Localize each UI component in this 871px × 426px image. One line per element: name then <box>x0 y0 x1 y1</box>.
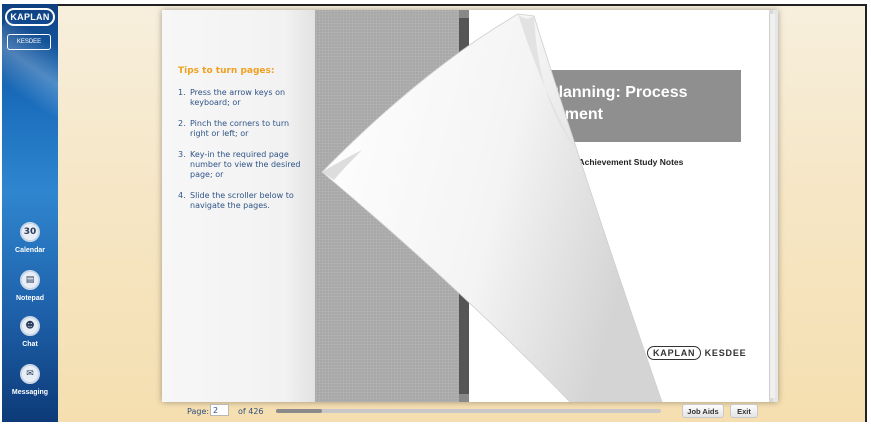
frame-top-border <box>58 4 867 6</box>
chat-tool[interactable]: ☻ Chat <box>2 316 58 348</box>
chat-label: Chat <box>22 341 38 348</box>
notepad-tool[interactable]: ▤ Notepad <box>2 270 58 302</box>
frame-right-border <box>865 4 867 422</box>
reader-main-area: Tips to turn pages: 1. Press the arrow ke… <box>58 4 867 422</box>
messaging-tool[interactable]: ✉ Messaging <box>2 364 58 396</box>
calendar-icon: 30 <box>20 222 40 242</box>
notepad-icon: ▤ <box>20 270 40 290</box>
messaging-icon: ✉ <box>20 364 40 384</box>
page-curl[interactable] <box>162 10 778 402</box>
calendar-label: Calendar <box>15 247 45 254</box>
sidebar-shine <box>2 15 58 133</box>
page-number-input[interactable] <box>210 404 229 416</box>
calendar-tool[interactable]: 30 Calendar <box>2 222 58 254</box>
page-label: Page: <box>187 407 210 416</box>
job-aids-button[interactable]: Job Aids <box>682 404 724 418</box>
ebook-reader-app: KAPLAN KESDEE 30 Calendar ▤ Notepad ☻ Ch… <box>0 0 871 426</box>
messaging-label: Messaging <box>11 389 49 396</box>
exit-button[interactable]: Exit <box>730 404 758 418</box>
kaplan-brand-logo: KAPLAN <box>5 8 55 26</box>
page-scroller[interactable] <box>276 409 661 413</box>
notepad-label: Notepad <box>16 295 44 302</box>
curl-front-face <box>321 13 663 402</box>
kesdee-brand-logo: KESDEE <box>7 34 51 50</box>
flip-book[interactable]: Tips to turn pages: 1. Press the arrow ke… <box>162 10 778 402</box>
left-sidebar: KAPLAN KESDEE 30 Calendar ▤ Notepad ☻ Ch… <box>2 4 58 422</box>
bottom-nav-bar: Page: of 426 Job Aids Exit <box>58 402 867 422</box>
total-pages-label: of 426 <box>238 407 264 416</box>
page-scroller-progress <box>276 409 323 413</box>
chat-icon: ☻ <box>20 316 40 336</box>
